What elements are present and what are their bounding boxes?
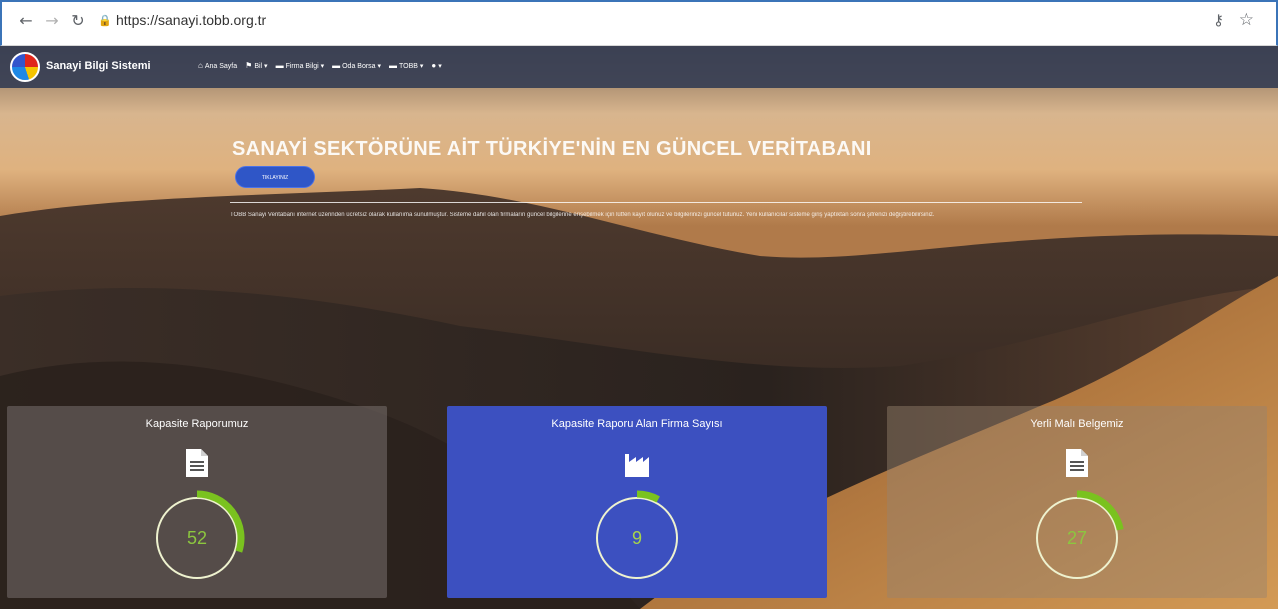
back-arrow-icon[interactable]: ←: [16, 11, 36, 31]
reload-icon[interactable]: ↻: [68, 11, 88, 31]
menu-item-label: Oda Borsa ▾: [342, 63, 382, 70]
home-icon: ⌂: [198, 61, 203, 70]
lock-icon[interactable]: 🔒: [98, 14, 112, 28]
menu-item-bil[interactable]: ⚑ Bil ▾: [245, 61, 267, 70]
menu-item-user[interactable]: ● ▾: [431, 61, 441, 70]
menu-item-tobb[interactable]: ▬ TOBB ▾: [389, 61, 423, 70]
forward-arrow-icon[interactable]: →: [42, 11, 62, 31]
card-title: Yerli Malı Belgemiz: [1030, 418, 1124, 430]
menu-item-label: Ana Sayfa: [204, 63, 238, 70]
document-icon: [186, 449, 208, 477]
folder-icon: ▬: [389, 61, 398, 70]
hero-description: TOBB Sanayi Veritabanı internet üzerinde…: [230, 212, 935, 218]
card-title: Kapasite Raporu Alan Firma Sayısı: [551, 418, 723, 430]
stat-card-firma-sayisi[interactable]: Kapasite Raporu Alan Firma Sayısı 9: [447, 406, 827, 598]
hero-cta-button[interactable]: TIKLAYINIZ: [235, 166, 315, 188]
menu-item-label: TOBB ▾: [399, 63, 424, 70]
folder-icon: ▬: [332, 61, 341, 70]
folder-icon: ▬: [275, 61, 284, 70]
card-title: Kapasite Raporumuz: [145, 418, 249, 430]
page-content: Sanayi Bilgi Sistemi ⌂ Ana Sayfa ⚑ Bil ▾ ▬…: [0, 46, 1278, 609]
progress-gauge: 52: [147, 488, 247, 588]
browser-toolbar: ← → ↻ 🔒 https://sanayi.tobb.org.tr ⚷ ☆: [0, 0, 1278, 46]
hero-title: SANAYİ SEKTÖRÜNE AİT TÜRKİYE'NİN EN GÜNC…: [232, 138, 872, 160]
key-icon[interactable]: ⚷: [1213, 11, 1224, 29]
menu-item-label: ▾: [438, 63, 442, 70]
progress-gauge: 9: [587, 488, 687, 588]
menu-item-home[interactable]: ⌂ Ana Sayfa: [198, 61, 237, 70]
top-navbar: Sanayi Bilgi Sistemi ⌂ Ana Sayfa ⚑ Bil ▾ ▬…: [0, 46, 1278, 88]
menu-item-label: Bil ▾: [254, 63, 268, 70]
flag-icon: ⚑: [245, 61, 253, 70]
menu-item-oda-borsa[interactable]: ▬ Oda Borsa ▾: [332, 61, 381, 70]
stat-card-kapasite-raporu[interactable]: Kapasite Raporumuz 52: [7, 406, 387, 598]
progress-gauge: 27: [1027, 488, 1127, 588]
bookmark-star-icon[interactable]: ☆: [1239, 10, 1254, 30]
document-icon: [1066, 449, 1088, 477]
hero-divider: [230, 202, 1082, 203]
stat-value: 52: [186, 528, 208, 548]
stat-card-yerli-mali[interactable]: Yerli Malı Belgemiz 27: [887, 406, 1267, 598]
tobb-logo[interactable]: [10, 52, 40, 82]
menu-item-label: Firma Bilgi ▾: [285, 63, 325, 70]
menu-item-firma-bilgi[interactable]: ▬ Firma Bilgi ▾: [276, 61, 325, 70]
brand-name[interactable]: Sanayi Bilgi Sistemi: [46, 60, 151, 72]
stat-value: 27: [1066, 528, 1088, 548]
main-menu: ⌂ Ana Sayfa ⚑ Bil ▾ ▬ Firma Bilgi ▾ ▬ Oda Bo…: [198, 61, 442, 70]
address-bar[interactable]: https://sanayi.tobb.org.tr: [116, 12, 266, 28]
user-icon: ●: [431, 61, 437, 70]
stat-value: 9: [631, 528, 642, 548]
factory-icon: [625, 454, 649, 477]
